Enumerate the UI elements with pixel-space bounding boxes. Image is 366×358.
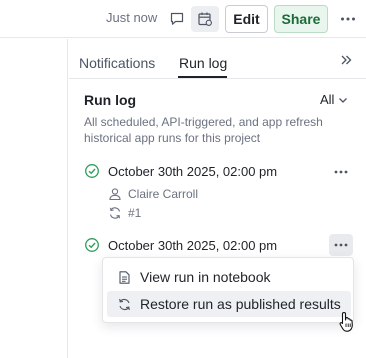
share-button[interactable]: Share [274,5,328,33]
run-entry-header: October 30th 2025, 02:00 pm [84,163,277,179]
schedule-button[interactable] [191,6,219,32]
double-chevron-right-icon [341,55,352,65]
menu-item-view-run-in-notebook[interactable]: View run in notebook [107,264,351,290]
comment-button[interactable] [163,6,191,32]
more-options-button[interactable] [336,9,360,29]
run-context-menu: View run in notebook Restore run as publ… [102,257,354,323]
run-filter-select[interactable]: All [320,92,349,107]
collapse-panel-button[interactable] [338,52,354,68]
menu-item-label: Restore run as published results [140,296,341,312]
filter-value: All [320,92,335,107]
notebook-icon [119,270,130,284]
hand-pointer-cursor-icon [339,311,353,332]
run-entry-header: October 30th 2025, 02:00 pm [84,237,277,253]
run-number-label: #1 [128,206,142,220]
active-tab-indicator [178,76,227,78]
menu-item-restore-run[interactable]: Restore run as published results [107,291,351,317]
run-user-name: Claire Carroll [128,187,199,201]
user-icon [109,188,121,201]
run-user: Claire Carroll [108,187,198,201]
run-datetime: October 30th 2025, 02:00 pm [108,163,278,179]
restore-icon [119,298,130,310]
menu-item-label: View run in notebook [140,269,271,285]
run-more-button[interactable] [329,161,353,183]
run-number: #1 [108,206,141,220]
refresh-icon [109,207,121,219]
success-check-icon [85,238,99,252]
calendar-icon [198,12,212,26]
chevron-down-icon [339,97,348,103]
tab-notifications[interactable]: Notifications [79,55,155,71]
more-icon [334,170,348,174]
sidebar-tabs: Notifications Run log [69,39,366,79]
run-more-button[interactable] [329,234,353,256]
top-toolbar: Just now Edit Share [0,0,366,38]
last-saved-timestamp: Just now [106,10,158,25]
run-datetime: October 30th 2025, 02:00 pm [108,237,278,253]
tab-run-log[interactable]: Run log [179,55,227,71]
panel-description: All scheduled, API-triggered, and app re… [84,115,323,145]
notebook-pane [0,39,68,358]
more-icon [334,243,348,247]
panel-title: Run log [84,92,137,108]
comment-icon [170,12,184,25]
more-icon [341,17,355,21]
edit-button[interactable]: Edit [225,5,268,33]
success-check-icon [85,164,99,178]
